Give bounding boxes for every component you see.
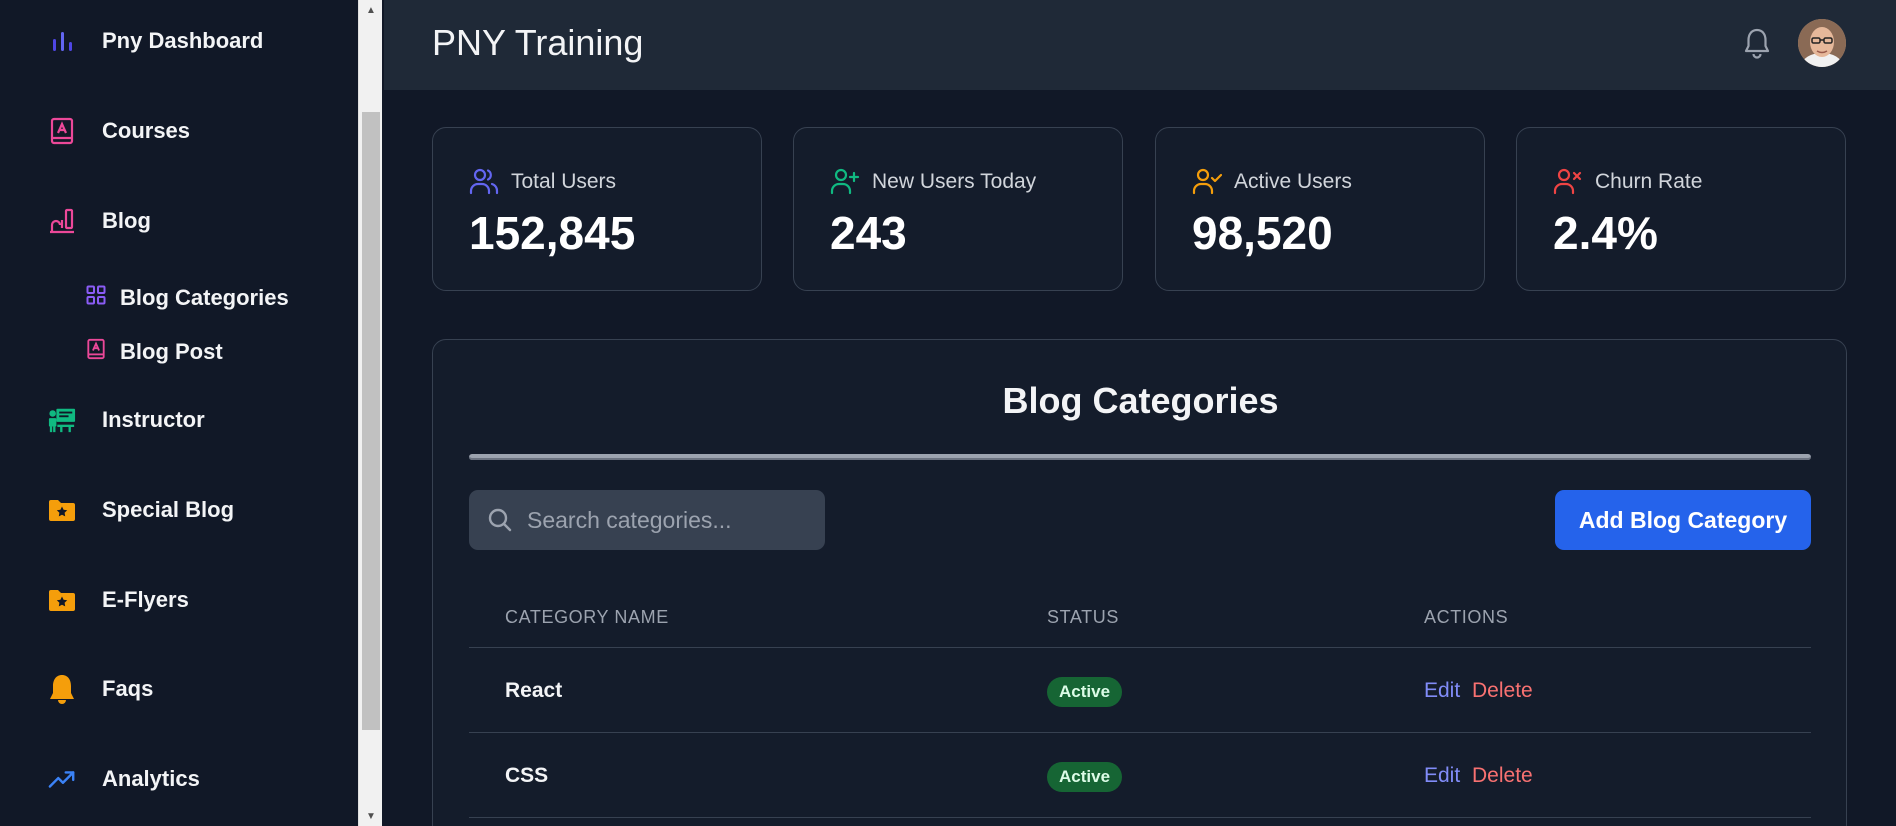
delete-link[interactable]: Delete — [1472, 679, 1533, 703]
stat-card-active-users: Active Users 98,520 — [1155, 127, 1485, 291]
sidebar-item-label: Instructor — [102, 407, 205, 432]
search-box[interactable] — [469, 490, 825, 550]
scroll-down-arrow-icon[interactable]: ▼ — [359, 806, 383, 826]
star-folder-icon — [48, 496, 76, 524]
sidebar-subitem-label: Blog Categories — [120, 285, 289, 310]
sidebar-item-instructor[interactable]: Instructor — [0, 405, 358, 435]
notification-bell-icon[interactable] — [1740, 26, 1774, 60]
book-icon — [86, 338, 106, 360]
sidebar-scrollbar[interactable]: ▲ ▼ — [358, 0, 382, 826]
table-divider — [469, 817, 1811, 818]
scroll-thumb[interactable] — [362, 112, 380, 730]
column-header-category-name: CATEGORY NAME — [505, 607, 669, 627]
panel-title: Blog Categories — [1002, 380, 1279, 421]
sidebar-item-analytics[interactable]: Analytics — [0, 764, 358, 794]
sidebar-item-label: Pny Dashboard — [102, 28, 264, 53]
stat-value: 152,845 — [469, 207, 636, 259]
add-blog-category-button[interactable]: Add Blog Category — [1555, 490, 1811, 550]
top-header: PNY Training — [384, 0, 1896, 90]
sidebar-subitem-label: Blog Post — [120, 339, 223, 364]
user-x-icon — [1553, 166, 1583, 196]
stat-label: Total Users — [511, 170, 617, 193]
blog-categories-panel: Blog Categories Add Blog Category CATEGO… — [432, 339, 1847, 826]
app-title: PNY Training — [432, 22, 644, 63]
user-plus-icon — [830, 166, 860, 196]
sidebar-item-label: Faqs — [102, 676, 154, 701]
stat-value: 243 — [830, 207, 907, 259]
sidebar: Pny Dashboard Courses Blog Blog Categori… — [0, 0, 358, 826]
stat-label: Active Users — [1234, 170, 1352, 193]
sidebar-item-faqs[interactable]: Faqs — [0, 674, 358, 704]
avatar[interactable] — [1798, 19, 1846, 67]
stat-value: 98,520 — [1192, 207, 1333, 259]
sidebar-item-e-flyers[interactable]: E-Flyers — [0, 585, 358, 615]
sidebar-subitem-blog-categories[interactable]: Blog Categories — [0, 285, 358, 315]
edit-link[interactable]: Edit — [1424, 679, 1460, 703]
table-divider — [469, 732, 1811, 733]
status-badge: Active — [1047, 677, 1123, 707]
stat-label: New Users Today — [872, 170, 1037, 193]
stat-card-new-users-today: New Users Today 243 — [793, 127, 1123, 291]
column-header-status: STATUS — [1047, 607, 1119, 627]
stat-card-total-users: Total Users 152,845 — [432, 127, 762, 291]
search-icon — [488, 508, 512, 532]
sidebar-item-courses[interactable]: Courses — [0, 116, 358, 146]
instructor-icon — [48, 406, 76, 434]
stat-card-churn-rate: Churn Rate 2.4% — [1516, 127, 1846, 291]
sidebar-item-blog[interactable]: Blog — [0, 206, 358, 236]
column-header-actions: ACTIONS — [1424, 607, 1509, 627]
status-badge: Active — [1047, 762, 1123, 792]
sidebar-item-special-blog[interactable]: Special Blog — [0, 495, 358, 525]
stat-value: 2.4% — [1553, 207, 1658, 259]
trending-up-icon — [48, 765, 76, 793]
faq-bell-icon — [48, 675, 76, 704]
sidebar-subitem-blog-post[interactable]: Blog Post — [0, 338, 358, 369]
sidebar-item-label: Courses — [102, 118, 191, 143]
search-input[interactable] — [527, 490, 817, 550]
star-folder-icon — [48, 586, 76, 614]
sidebar-item-label: E-Flyers — [102, 587, 189, 612]
grid-icon — [86, 285, 106, 305]
delete-link[interactable]: Delete — [1472, 764, 1533, 788]
sidebar-item-pny-dashboard[interactable]: Pny Dashboard — [0, 26, 358, 56]
stat-label: Churn Rate — [1595, 170, 1703, 193]
category-name: CSS — [505, 764, 549, 787]
table-divider — [469, 647, 1811, 648]
book-icon — [48, 117, 76, 145]
blog-icon — [48, 207, 76, 235]
user-check-icon — [1192, 166, 1222, 196]
sidebar-item-label: Special Blog — [102, 497, 235, 522]
sidebar-item-label: Blog — [102, 208, 151, 233]
users-icon — [469, 166, 499, 196]
title-divider — [469, 454, 1811, 460]
edit-link[interactable]: Edit — [1424, 764, 1460, 788]
bar-chart-icon — [48, 27, 76, 55]
sidebar-item-label: Analytics — [102, 766, 200, 791]
scroll-up-arrow-icon[interactable]: ▲ — [359, 0, 383, 20]
category-name: React — [505, 679, 563, 702]
